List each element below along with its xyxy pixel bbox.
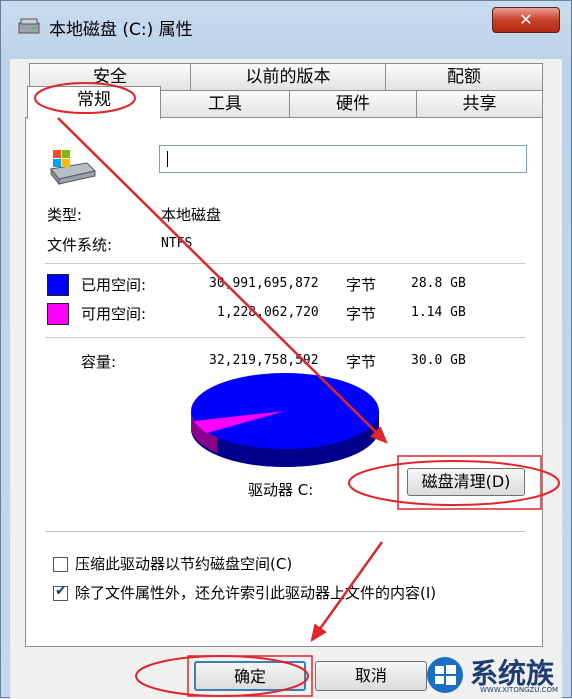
drive-label: 驱动器 C:	[248, 481, 314, 499]
free-space-swatch	[47, 303, 69, 325]
free-space-bytes: 1,228,062,720	[217, 305, 319, 320]
windows-logo-icon	[427, 657, 463, 693]
title-bar: 本地磁盘 (C:) 属性 ✕	[1, 1, 572, 51]
capacity-label: 容量:	[81, 353, 117, 371]
free-space-unit: 字节	[346, 305, 377, 323]
capacity-bytes: 32,219,758,592	[209, 353, 319, 368]
index-label: 除了文件属性外，还允许索引此驱动器上文件的内容(I)	[75, 584, 437, 602]
capacity-size: 30.0 GB	[411, 353, 466, 368]
window-title: 本地磁盘 (C:) 属性	[49, 20, 193, 40]
free-space-size: 1.14 GB	[411, 305, 466, 320]
free-space-label: 可用空间:	[81, 305, 147, 323]
compress-label: 压缩此驱动器以节约磁盘空间(C)	[75, 555, 293, 573]
type-label: 类型:	[47, 206, 83, 224]
ok-button[interactable]: 确定	[194, 661, 306, 691]
used-space-bytes: 30,991,695,872	[209, 276, 319, 291]
used-space-label: 已用空间:	[81, 276, 147, 294]
tab-sharing[interactable]: 共享	[416, 90, 543, 118]
drive-icon	[18, 18, 40, 34]
index-checkbox[interactable]: ✔	[53, 583, 68, 601]
tab-tools[interactable]: 工具	[160, 90, 290, 118]
tab-general[interactable]: 常规	[27, 86, 161, 119]
filesystem-value: NTFS	[161, 236, 193, 251]
used-space-unit: 字节	[346, 276, 377, 294]
disk-cleanup-button[interactable]: 磁盘清理(D)	[407, 468, 525, 496]
watermark-url: WWW.XITONGZU.COM	[480, 686, 559, 694]
used-space-size: 28.8 GB	[411, 276, 466, 291]
watermark: 系统族 WWW.XITONGZU.COM	[426, 652, 572, 698]
drive-name-input[interactable]	[159, 145, 527, 173]
tab-quota[interactable]: 配额	[385, 63, 543, 91]
disk-usage-pie	[191, 373, 379, 467]
capacity-unit: 字节	[346, 353, 377, 371]
tab-hardware[interactable]: 硬件	[289, 90, 417, 118]
properties-window: 本地磁盘 (C:) 属性 ✕ 安全 以前的版本 配额 常规 工具 硬件 共享 类…	[0, 0, 572, 699]
tab-previous-versions[interactable]: 以前的版本	[190, 63, 386, 91]
compress-checkbox[interactable]	[53, 557, 68, 572]
type-value: 本地磁盘	[161, 206, 222, 224]
cancel-button[interactable]: 取消	[315, 661, 427, 691]
drive-large-icon	[50, 150, 96, 186]
filesystem-label: 文件系统:	[47, 236, 113, 254]
used-space-swatch	[47, 274, 69, 296]
close-button[interactable]: ✕	[492, 7, 560, 33]
